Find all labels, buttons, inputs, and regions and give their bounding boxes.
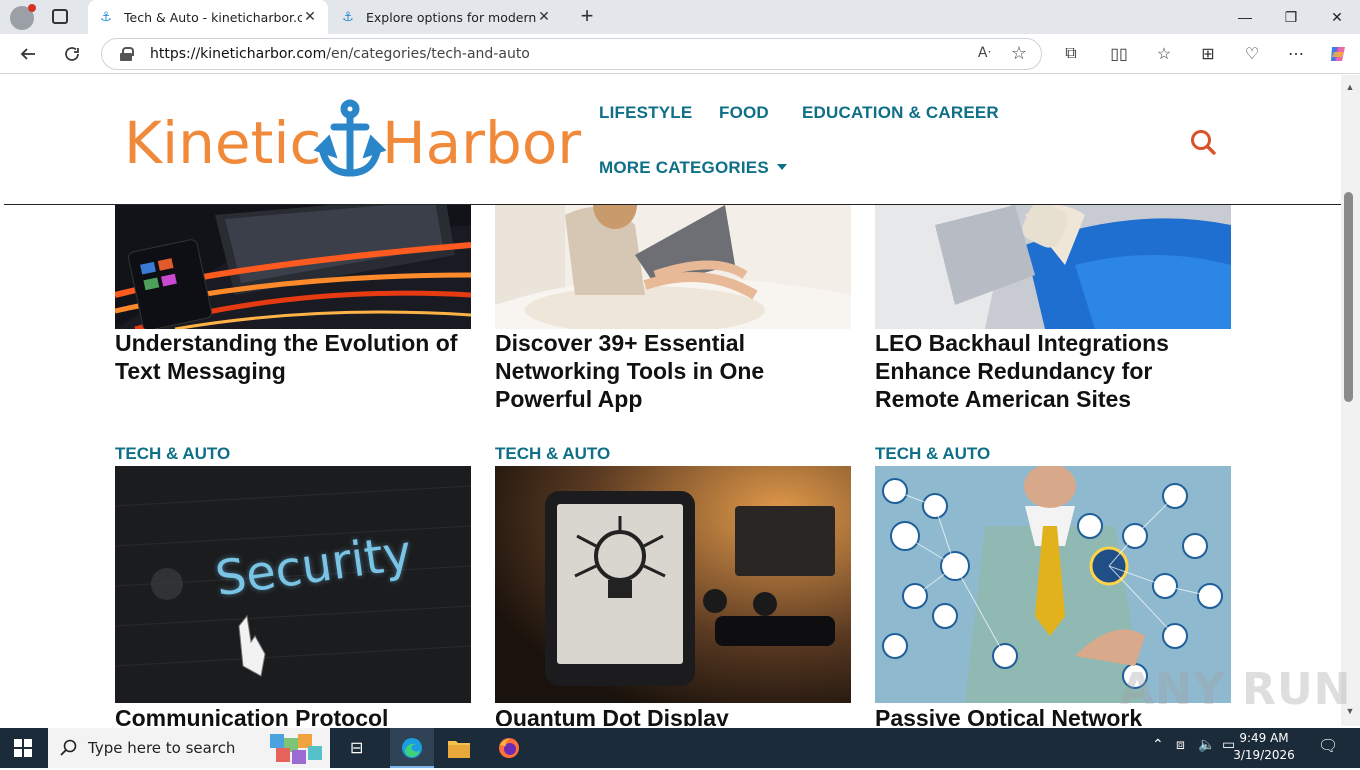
close-window-button[interactable]: ✕ [1314,0,1360,34]
tab-title: Tech & Auto - kineticharbor.com [124,9,302,25]
article-title[interactable]: Understanding the Evolution of Text Mess… [115,329,471,385]
nav-more-categories[interactable]: MORE CATEGORIES [599,158,787,178]
scroll-up-arrow-icon[interactable]: ▲ [1344,82,1356,92]
taskbar-search-placeholder: Type here to search [88,739,236,757]
article-image[interactable] [115,185,471,329]
caret-down-icon [776,164,787,170]
clock-date: 3/19/2026 [1233,748,1295,762]
article-image[interactable] [875,185,1231,329]
split-screen-icon[interactable]: ▯▯ [1105,40,1133,68]
favorites-icon[interactable]: ☆ [1150,40,1178,68]
anchor-favicon-icon: ⚓ [100,9,112,25]
new-tab-button[interactable]: + [574,4,600,30]
clock-time: 9:49 AM [1239,731,1289,745]
web-page: Understanding the Evolution of Text Mess… [4,75,1341,726]
more-menu-icon[interactable]: ⋯ [1282,40,1310,68]
search-icon [60,739,77,756]
article-title[interactable]: LEO Backhaul Integrations Enhance Redund… [875,329,1231,413]
read-aloud-icon[interactable]: Aᐧ [978,45,991,61]
site-header: Kinetic Harbor LIFESTYLE FOOD EDUCATION … [4,75,1341,205]
back-arrow-icon [20,48,35,60]
nav-more-label: MORE CATEGORIES [599,158,769,177]
firefox-icon[interactable] [498,737,520,764]
article-category[interactable]: TECH & AUTO [495,444,610,464]
article-category[interactable]: TECH & AUTO [875,444,990,464]
tab-actions-icon[interactable] [52,9,68,24]
minimize-button[interactable]: — [1222,0,1268,34]
tab-inactive[interactable]: ⚓ Explore options for modern interi ✕ [330,0,562,34]
collections-icon[interactable]: ⊞ [1194,40,1222,68]
url-host: https://kineticharbor.com [150,46,327,62]
file-explorer-icon[interactable] [448,738,470,763]
windows-start-icon[interactable] [14,739,32,762]
article-title[interactable]: Discover 39+ Essential Networking Tools … [495,329,851,413]
tray-chevron-icon[interactable]: ⌃ [1152,736,1164,753]
search-icon[interactable] [1190,129,1216,155]
copilot-icon[interactable] [1324,40,1352,68]
network-icon[interactable]: ⧈ [1176,736,1185,753]
nav-food[interactable]: FOOD [719,103,769,123]
favorite-star-icon[interactable]: ☆ [1011,43,1027,64]
article-title[interactable]: Quantum Dot Display [495,704,851,726]
search-highlight-icon [266,730,326,766]
edge-taskbar-icon[interactable] [390,728,434,768]
notifications-icon[interactable]: 🗨 [1318,736,1338,756]
reload-button[interactable] [56,38,88,70]
browser-essentials-icon[interactable]: ♡ [1238,40,1266,68]
lock-icon[interactable] [120,47,134,61]
task-view-icon[interactable]: ⊟ [350,738,363,758]
anchor-favicon-icon: ⚓ [342,9,354,25]
anyrun-watermark: ANY RUN [1120,664,1352,715]
extensions-icon[interactable]: ⧉ [1057,40,1085,68]
tab-close-icon[interactable]: ✕ [536,9,552,25]
article-image[interactable] [495,185,851,329]
windows-taskbar: Type here to search ⊟ ⌃ ⧈ 🔈 ▭ 9:49 AM 3/… [0,728,1360,768]
volume-icon[interactable]: 🔈 [1198,736,1215,753]
taskbar-clock[interactable]: 9:49 AM 3/19/2026 [1224,730,1304,764]
tab-close-icon[interactable]: ✕ [302,9,318,25]
svg-text:Kinetic: Kinetic [124,109,321,177]
back-button[interactable] [12,38,44,70]
tab-title: Explore options for modern interi [366,9,536,25]
nav-lifestyle[interactable]: LIFESTYLE [599,103,692,123]
profile-icon[interactable] [10,4,36,30]
reload-icon [65,47,79,61]
address-bar[interactable]: https://kineticharbor.com/en/categories/… [101,38,1042,70]
article-category[interactable]: TECH & AUTO [115,444,230,464]
restore-button[interactable]: ❐ [1268,0,1314,34]
article-title[interactable]: Communication Protocol [115,704,471,726]
tab-active[interactable]: ⚓ Tech & Auto - kineticharbor.com ✕ [88,0,328,34]
article-image[interactable]: Security [115,466,471,703]
url-path: /en/categories/tech-and-auto [326,46,530,62]
browser-toolbar: https://kineticharbor.com/en/categories/… [0,34,1360,74]
scrollbar-thumb[interactable] [1344,192,1353,402]
article-image[interactable] [495,466,851,703]
svg-text:Harbor: Harbor [382,109,581,177]
browser-tab-bar: ⚓ Tech & Auto - kineticharbor.com ✕ ⚓ Ex… [0,0,1360,34]
site-logo[interactable]: Kinetic Harbor [122,99,584,179]
taskbar-search[interactable]: Type here to search [48,728,330,768]
nav-education-career[interactable]: EDUCATION & CAREER [802,103,999,123]
